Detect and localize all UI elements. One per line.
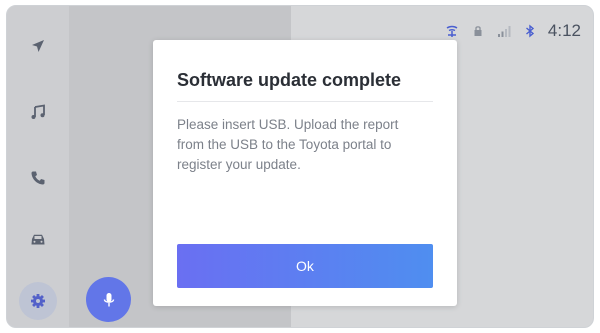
sidebar <box>7 6 69 327</box>
sidebar-item-settings[interactable] <box>19 282 57 320</box>
update-complete-dialog: Software update complete Please insert U… <box>153 40 457 306</box>
sidebar-item-vehicle[interactable] <box>20 222 56 258</box>
dialog-message: Please insert USB. Upload the report fro… <box>177 117 399 172</box>
car-icon <box>31 234 45 245</box>
gear-icon <box>31 294 45 308</box>
lock-icon <box>474 26 482 36</box>
signal-icon <box>497 26 511 37</box>
sidebar-item-media[interactable] <box>20 94 56 130</box>
sidebar-item-navigation[interactable] <box>20 28 56 64</box>
status-bar: 4:12 <box>444 20 581 42</box>
connected-services-icon <box>446 25 458 37</box>
dialog-title: Software update complete <box>177 70 433 102</box>
music-note-icon <box>31 104 45 119</box>
navigation-arrow-icon <box>32 40 44 52</box>
phone-icon <box>31 171 45 185</box>
bluetooth-icon <box>525 24 534 38</box>
microphone-icon <box>103 292 114 306</box>
ok-button[interactable]: Ok <box>177 244 433 288</box>
clock: 4:12 <box>547 21 581 40</box>
sidebar-item-phone[interactable] <box>20 160 56 196</box>
voice-button[interactable] <box>86 277 131 322</box>
